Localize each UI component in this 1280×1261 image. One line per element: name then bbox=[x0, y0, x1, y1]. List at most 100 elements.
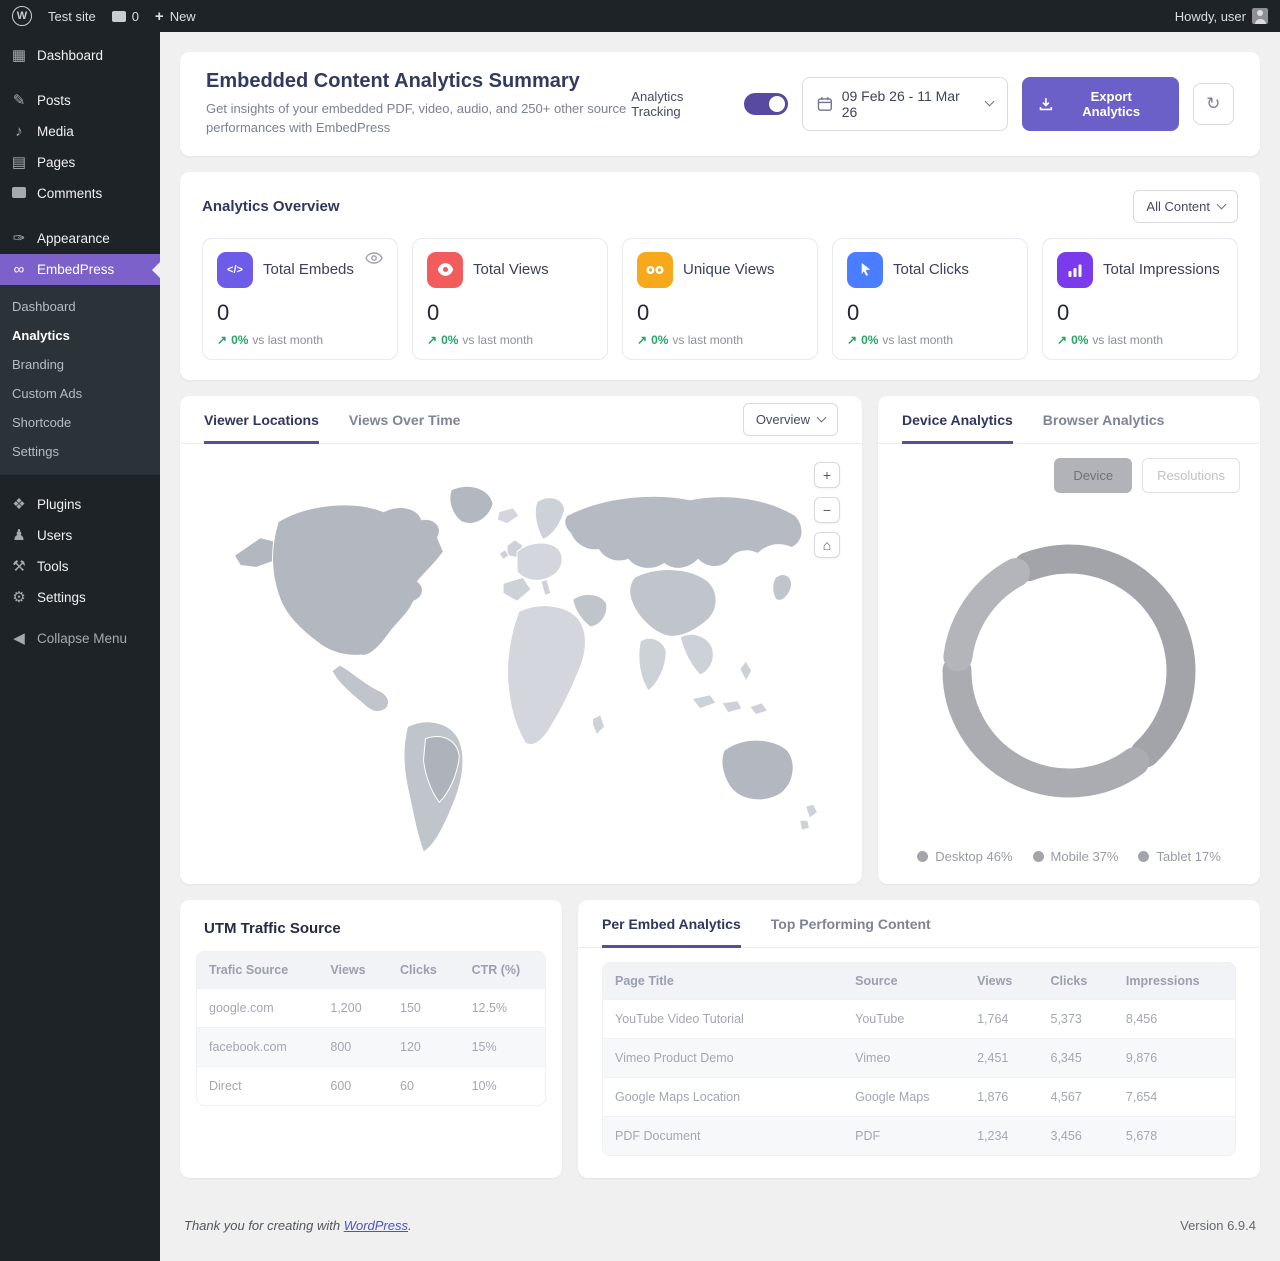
comment-count: 0 bbox=[132, 9, 139, 24]
tab-top-performing-content[interactable]: Top Performing Content bbox=[771, 900, 931, 948]
posts-icon: ✎ bbox=[10, 93, 28, 108]
dashboard-icon: ▦ bbox=[10, 48, 28, 63]
table-cell: 1,764 bbox=[965, 999, 1038, 1038]
zoom-home-button[interactable]: ⌂ bbox=[814, 532, 840, 558]
sidebar-item-comments[interactable]: Comments bbox=[0, 178, 160, 209]
map-overview-dropdown[interactable]: Overview bbox=[743, 403, 838, 436]
trend-suffix: vs last month bbox=[672, 333, 743, 347]
trend-up-icon: ↗ bbox=[217, 333, 227, 347]
utm-table: Trafic Source Views Clicks CTR (%) googl… bbox=[197, 952, 545, 1105]
submenu-item-analytics[interactable]: Analytics bbox=[0, 321, 160, 350]
site-name-label: Test site bbox=[48, 9, 96, 24]
click-cursor-icon bbox=[847, 252, 883, 288]
world-map-svg bbox=[211, 460, 831, 858]
column-header: Source bbox=[843, 963, 965, 1000]
submenu-item-settings[interactable]: Settings bbox=[0, 437, 160, 466]
sidebar-item-collapse-menu[interactable]: ◀ Collapse Menu bbox=[0, 623, 160, 654]
stat-value: 0 bbox=[217, 300, 383, 326]
stat-card-total-embeds: </> Total Embeds 0 ↗ 0% vs last month bbox=[202, 238, 398, 360]
tab-device-analytics[interactable]: Device Analytics bbox=[902, 396, 1013, 444]
stat-label: Total Embeds bbox=[263, 261, 354, 279]
content-filter-value: All Content bbox=[1146, 199, 1210, 214]
export-analytics-button[interactable]: Export Analytics bbox=[1022, 77, 1178, 131]
howdy-user-menu[interactable]: Howdy, user bbox=[1175, 8, 1268, 24]
stat-label: Total Views bbox=[473, 261, 549, 279]
sidebar-item-tools[interactable]: ⚒ Tools bbox=[0, 551, 160, 582]
media-icon: ♪ bbox=[10, 124, 28, 139]
embedpress-icon: ∞ bbox=[10, 262, 28, 277]
sidebar-item-embedpress[interactable]: ∞ EmbedPress bbox=[0, 254, 160, 285]
sidebar-item-label: Tools bbox=[37, 559, 69, 574]
table-cell: 5,373 bbox=[1039, 999, 1114, 1038]
code-icon: </> bbox=[217, 252, 253, 288]
sidebar-item-settings[interactable]: ⚙ Settings bbox=[0, 582, 160, 613]
analytics-tracking-toggle[interactable] bbox=[744, 93, 788, 115]
eye-icon[interactable] bbox=[365, 252, 383, 264]
sidebar-item-users[interactable]: ♟ Users bbox=[0, 520, 160, 551]
new-content-button[interactable]: + New bbox=[155, 9, 196, 24]
admin-bar: W Test site 0 + New Howdy, user bbox=[0, 0, 1280, 32]
column-header: Clicks bbox=[388, 952, 460, 989]
home-icon: ⌂ bbox=[823, 537, 831, 553]
legend-item-tablet: Tablet 17% bbox=[1138, 849, 1220, 864]
footer-thanks-text: Thank you for creating with bbox=[184, 1218, 344, 1233]
sidebar-item-dashboard[interactable]: ▦ Dashboard bbox=[0, 40, 160, 71]
legend-item-desktop: Desktop 46% bbox=[917, 849, 1012, 864]
page-subtitle: Get insights of your embedded PDF, video… bbox=[206, 100, 631, 138]
trend-suffix: vs last month bbox=[882, 333, 953, 347]
comments-admin-bar[interactable]: 0 bbox=[112, 9, 139, 24]
content-filter-dropdown[interactable]: All Content bbox=[1133, 190, 1238, 223]
resolutions-filter-button[interactable]: Resolutions bbox=[1142, 458, 1240, 493]
tab-views-over-time[interactable]: Views Over Time bbox=[349, 396, 461, 444]
sidebar-item-label: Appearance bbox=[37, 231, 110, 246]
trend-up-icon: ↗ bbox=[637, 333, 647, 347]
table-cell: Direct bbox=[197, 1066, 318, 1105]
wordpress-logo-icon[interactable]: W bbox=[12, 6, 32, 26]
table-cell: 800 bbox=[318, 1027, 388, 1066]
wordpress-link[interactable]: WordPress bbox=[344, 1218, 408, 1233]
trend-percent: 0% bbox=[1071, 333, 1088, 347]
plugins-icon: ❖ bbox=[10, 497, 28, 512]
tab-viewer-locations[interactable]: Viewer Locations bbox=[204, 396, 319, 444]
tab-per-embed-analytics[interactable]: Per Embed Analytics bbox=[602, 900, 741, 948]
main-content: Embedded Content Analytics Summary Get i… bbox=[160, 32, 1280, 1261]
submenu-item-shortcode[interactable]: Shortcode bbox=[0, 408, 160, 437]
table-cell: Google Maps bbox=[843, 1077, 965, 1116]
date-range-picker[interactable]: 09 Feb 26 - 11 Mar 26 bbox=[802, 77, 1008, 131]
bar-chart-icon bbox=[1057, 252, 1093, 288]
zoom-out-button[interactable]: − bbox=[814, 497, 840, 523]
trend-suffix: vs last month bbox=[462, 333, 533, 347]
tab-browser-analytics[interactable]: Browser Analytics bbox=[1043, 396, 1165, 444]
eye-icon bbox=[427, 252, 463, 288]
comment-bubble-icon bbox=[112, 11, 126, 22]
table-row: YouTube Video Tutorial YouTube 1,764 5,3… bbox=[603, 999, 1235, 1038]
date-range-value: 09 Feb 26 - 11 Mar 26 bbox=[842, 88, 977, 120]
sidebar-item-pages[interactable]: ▤ Pages bbox=[0, 147, 160, 178]
table-row: google.com 1,200 150 12.5% bbox=[197, 988, 545, 1027]
zoom-in-button[interactable]: + bbox=[814, 462, 840, 488]
table-cell: google.com bbox=[197, 988, 318, 1027]
sidebar-item-label: Users bbox=[37, 528, 72, 543]
table-cell: 4,567 bbox=[1039, 1077, 1114, 1116]
sidebar-item-plugins[interactable]: ❖ Plugins bbox=[0, 489, 160, 520]
table-cell: 60 bbox=[388, 1066, 460, 1105]
submenu-item-custom-ads[interactable]: Custom Ads bbox=[0, 379, 160, 408]
device-filter-button[interactable]: Device bbox=[1054, 458, 1132, 493]
world-map[interactable]: + − ⌂ bbox=[180, 444, 862, 884]
table-cell: PDF Document bbox=[603, 1116, 843, 1155]
site-name-link[interactable]: Test site bbox=[48, 9, 96, 24]
refresh-button[interactable]: ↻ bbox=[1193, 83, 1234, 125]
collapse-menu-icon: ◀ bbox=[10, 631, 28, 646]
legend-label: Mobile 37% bbox=[1051, 849, 1119, 864]
table-row: Google Maps Location Google Maps 1,876 4… bbox=[603, 1077, 1235, 1116]
sidebar-item-appearance[interactable]: ✑ Appearance bbox=[0, 223, 160, 254]
sidebar-item-posts[interactable]: ✎ Posts bbox=[0, 85, 160, 116]
legend-dot bbox=[917, 851, 928, 862]
plus-icon: + bbox=[155, 9, 164, 24]
unique-views-icon bbox=[637, 252, 673, 288]
sidebar-item-media[interactable]: ♪ Media bbox=[0, 116, 160, 147]
submenu-item-branding[interactable]: Branding bbox=[0, 350, 160, 379]
submenu-item-dashboard[interactable]: Dashboard bbox=[0, 292, 160, 321]
table-cell: 1,234 bbox=[965, 1116, 1038, 1155]
table-cell: 2,451 bbox=[965, 1038, 1038, 1077]
